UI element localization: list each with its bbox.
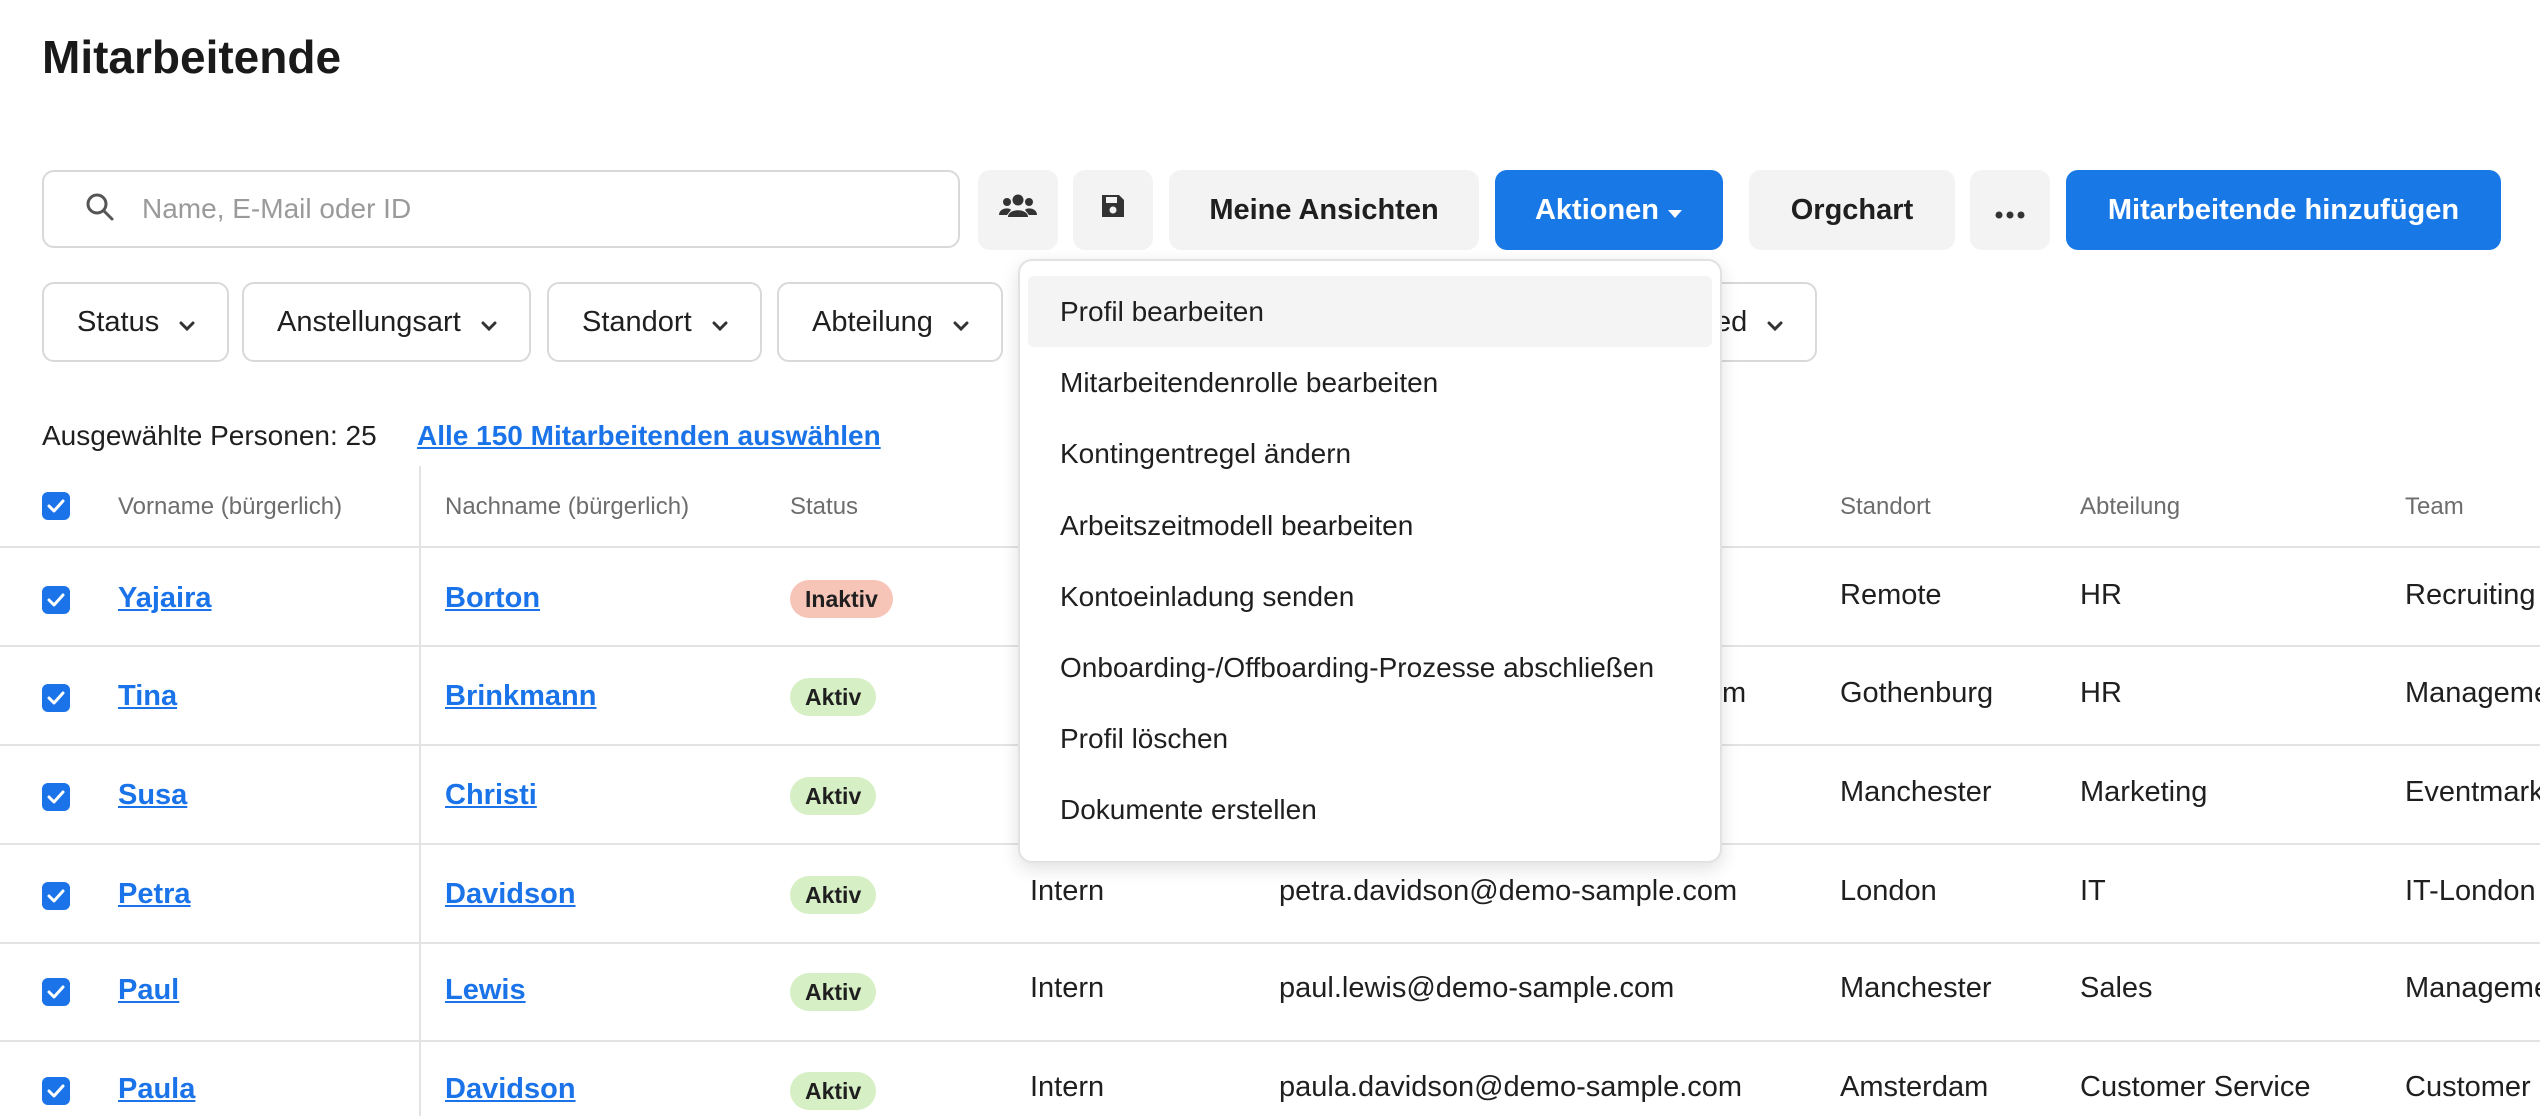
first-name-link[interactable]: Susa <box>118 779 187 812</box>
first-name-link[interactable]: Paula <box>118 1073 195 1106</box>
email-cell: m <box>1722 677 1747 709</box>
filter-location[interactable]: Standort <box>547 282 762 362</box>
menu-item-create-documents[interactable]: Dokumente erstellen <box>1028 774 1712 845</box>
more-icon <box>1995 194 2025 227</box>
filter-status[interactable]: Status <box>42 282 230 362</box>
last-name-link[interactable]: Christi <box>445 779 537 812</box>
actions-dropdown-menu: Profil bearbeiten Mitarbeitendenrolle be… <box>1018 259 1722 863</box>
department-cell: Sales <box>2080 972 2153 1004</box>
first-name-link[interactable]: Tina <box>118 680 177 713</box>
department-cell: Customer Service <box>2080 1071 2311 1103</box>
chevron-down-icon <box>179 306 195 339</box>
last-name-link[interactable]: Borton <box>445 582 540 615</box>
team-cell: Customer <box>2405 1071 2531 1103</box>
email-cell: paula.davidson@demo-sample.com <box>1279 1071 1743 1103</box>
menu-item-delete-profile[interactable]: Profil löschen <box>1028 703 1712 774</box>
menu-item-edit-working-time-model[interactable]: Arbeitszeitmodell bearbeiten <box>1028 490 1712 561</box>
more-button[interactable] <box>1970 170 2050 250</box>
search-input[interactable] <box>140 192 924 226</box>
first-name-link[interactable]: Yajaira <box>118 582 212 615</box>
row-checkbox[interactable] <box>42 586 70 614</box>
menu-item-edit-profile[interactable]: Profil bearbeiten <box>1028 276 1712 347</box>
page-title: Mitarbeitende <box>42 31 342 83</box>
caret-down-icon <box>1667 194 1683 227</box>
last-name-link[interactable]: Brinkmann <box>445 680 596 713</box>
chevron-down-icon <box>953 306 969 339</box>
search-box[interactable] <box>42 170 960 248</box>
menu-item-edit-employee-role[interactable]: Mitarbeitendenrolle bearbeiten <box>1028 347 1712 418</box>
menu-item-complete-processes[interactable]: Onboarding-/Offboarding-Prozesse abschli… <box>1028 632 1712 703</box>
last-name-link[interactable]: Lewis <box>445 974 526 1007</box>
column-divider <box>419 466 421 1116</box>
select-all-link[interactable]: Alle 150 Mitarbeitenden auswählen <box>417 420 881 452</box>
department-cell: HR <box>2080 677 2122 709</box>
row-divider <box>0 1040 2540 1042</box>
row-checkbox[interactable] <box>42 783 70 811</box>
row-checkbox[interactable] <box>42 882 70 910</box>
team-cell: Recruiting <box>2405 579 2536 611</box>
status-badge: Inaktiv <box>790 580 893 618</box>
menu-item-send-account-invite[interactable]: Kontoeinladung senden <box>1028 561 1712 632</box>
last-name-link[interactable]: Davidson <box>445 1073 576 1106</box>
my-views-button[interactable]: Meine Ansichten <box>1169 170 1479 250</box>
orgchart-button[interactable]: Orgchart <box>1749 170 1955 250</box>
header-first-name[interactable]: Vorname (bürgerlich) <box>118 493 342 521</box>
filter-employment-type[interactable]: Anstellungsart <box>242 282 531 362</box>
team-cell: Manageme <box>2405 677 2540 709</box>
row-checkbox[interactable] <box>42 1077 70 1105</box>
team-cell: Manageme <box>2405 972 2540 1004</box>
team-view-button[interactable] <box>978 170 1058 250</box>
location-cell: London <box>1840 875 1937 907</box>
row-divider <box>0 942 2540 944</box>
header-location[interactable]: Standort <box>1840 493 1931 521</box>
header-status[interactable]: Status <box>790 493 858 521</box>
status-badge: Aktiv <box>790 973 877 1011</box>
department-cell: HR <box>2080 579 2122 611</box>
department-cell: Marketing <box>2080 776 2208 808</box>
first-name-link[interactable]: Petra <box>118 878 191 911</box>
users-icon <box>999 193 1037 227</box>
header-team[interactable]: Team <box>2405 493 2464 521</box>
header-last-name[interactable]: Nachname (bürgerlich) <box>445 493 689 521</box>
filter-department[interactable]: Abteilung <box>777 282 1003 362</box>
chevron-down-icon <box>1767 306 1783 339</box>
employment-type-cell: Intern <box>1030 875 1105 907</box>
location-cell: Amsterdam <box>1840 1071 1989 1103</box>
status-badge: Aktiv <box>790 1072 877 1110</box>
location-cell: Remote <box>1840 579 1942 611</box>
location-cell: Manchester <box>1840 776 1992 808</box>
row-checkbox[interactable] <box>42 978 70 1006</box>
select-all-checkbox[interactable] <box>42 492 70 520</box>
location-cell: Gothenburg <box>1840 677 1994 709</box>
save-icon <box>1100 193 1126 227</box>
menu-item-change-quota-rule[interactable]: Kontingentregel ändern <box>1028 418 1712 489</box>
employment-type-cell: Intern <box>1030 1071 1105 1103</box>
row-checkbox[interactable] <box>42 684 70 712</box>
chevron-down-icon <box>712 306 728 339</box>
employment-type-cell: Intern <box>1030 972 1105 1004</box>
actions-button[interactable]: Aktionen <box>1495 170 1723 250</box>
email-cell: petra.davidson@demo-sample.com <box>1279 875 1738 907</box>
search-icon <box>84 191 116 228</box>
status-badge: Aktiv <box>790 876 877 914</box>
team-cell: Eventmark <box>2405 776 2540 808</box>
save-view-button[interactable] <box>1073 170 1153 250</box>
status-badge: Aktiv <box>790 678 877 716</box>
team-cell: IT-London <box>2405 875 2536 907</box>
first-name-link[interactable]: Paul <box>118 974 179 1007</box>
header-department[interactable]: Abteilung <box>2080 493 2180 521</box>
email-cell: paul.lewis@demo-sample.com <box>1279 972 1675 1004</box>
chevron-down-icon <box>481 306 497 339</box>
add-employee-button[interactable]: Mitarbeitende hinzufügen <box>2066 170 2501 250</box>
department-cell: IT <box>2080 875 2106 907</box>
selected-count: Ausgewählte Personen: 25 <box>42 420 377 451</box>
last-name-link[interactable]: Davidson <box>445 878 576 911</box>
status-badge: Aktiv <box>790 777 877 815</box>
location-cell: Manchester <box>1840 972 1992 1004</box>
